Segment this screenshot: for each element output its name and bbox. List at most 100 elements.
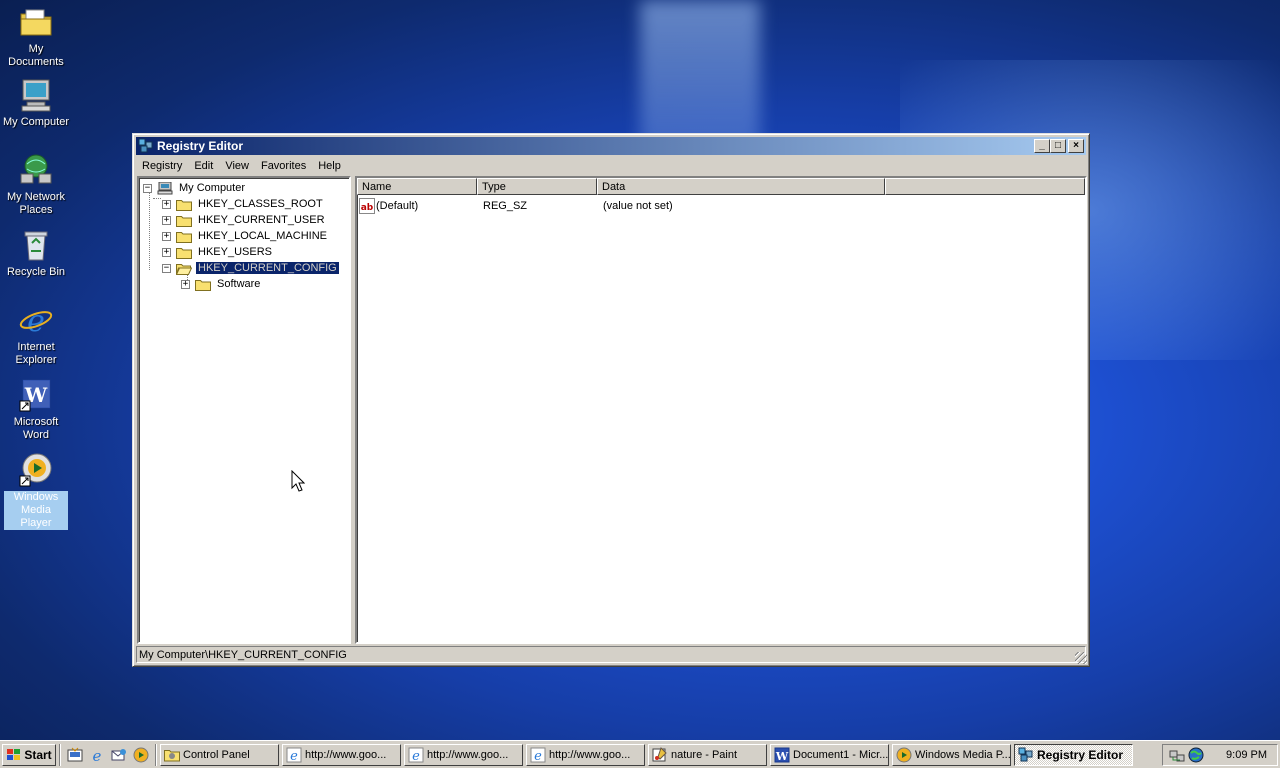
globe-icon[interactable] [1188, 747, 1204, 763]
desktop-icon-internet-explorer[interactable]: e Internet Explorer [0, 302, 72, 367]
quicklaunch-desktop[interactable] [66, 746, 84, 764]
folder-icon [176, 247, 192, 259]
quicklaunch-outlook[interactable] [110, 746, 128, 764]
quicklaunch-ie[interactable]: e [88, 746, 106, 764]
registry-editor-icon [138, 138, 153, 153]
network-connection-icon[interactable] [1169, 747, 1185, 763]
internet-explorer-icon: e [408, 747, 424, 763]
status-bar: My Computer\HKEY_CURRENT_CONFIG [136, 646, 1086, 663]
taskbar-button-paint[interactable]: nature - Paint [648, 743, 767, 766]
word-icon: W [19, 379, 51, 412]
cell-type: REG_SZ [483, 200, 528, 212]
tree-node-hkey-classes-root[interactable]: + HKEY_CLASSES_ROOT [162, 196, 325, 212]
desktop-icon-label: My Computer [2, 116, 70, 128]
svg-text:ab: ab [361, 203, 374, 213]
start-button[interactable]: Start [2, 743, 56, 766]
collapse-toggle[interactable]: − [143, 183, 152, 193]
window-titlebar[interactable]: Registry Editor _ □ × [136, 137, 1086, 155]
column-header-data[interactable]: Data [597, 178, 885, 195]
expand-toggle[interactable]: + [162, 199, 171, 209]
taskbar-button-word[interactable]: W Document1 - Micr... [770, 743, 889, 766]
menu-view[interactable]: View [219, 160, 255, 172]
tree-node-hkey-local-machine[interactable]: + HKEY_LOCAL_MACHINE [162, 228, 329, 244]
taskbar-button-browser-1[interactable]: e http://www.goo... [282, 743, 401, 766]
desktop-icon-label: My Documents [8, 43, 64, 68]
svg-text:W: W [775, 750, 789, 763]
registry-editor-window: Registry Editor _ □ × Registry Edit View… [132, 133, 1090, 667]
internet-explorer-icon: e [19, 304, 53, 338]
tree-node-hkey-current-user[interactable]: + HKEY_CURRENT_USER [162, 212, 327, 228]
open-folder-icon [176, 263, 192, 275]
desktop-icon-label: My Network Places [6, 191, 66, 216]
quicklaunch-media-player[interactable] [132, 746, 150, 764]
menu-registry[interactable]: Registry [136, 160, 188, 172]
tree-node-label: HKEY_USERS [198, 246, 272, 258]
svg-text:e: e [93, 747, 102, 763]
desktop-icon-my-documents[interactable]: My Documents [0, 4, 72, 69]
expand-toggle[interactable]: + [162, 215, 171, 225]
desktop-icon-label: Recycle Bin [6, 266, 66, 278]
desktop-icon-recycle-bin[interactable]: Recycle Bin [0, 227, 72, 279]
tree-connector [149, 190, 150, 270]
expand-toggle[interactable]: + [162, 231, 171, 241]
close-button[interactable]: × [1068, 139, 1084, 153]
taskbar-button-registry-editor[interactable]: Registry Editor [1014, 743, 1133, 766]
menu-bar: Registry Edit View Favorites Help [136, 156, 1086, 175]
tree-node-hkey-users[interactable]: + HKEY_USERS [162, 244, 274, 260]
folder-icon [176, 215, 192, 227]
tree-node-label: HKEY_LOCAL_MACHINE [198, 230, 327, 242]
menu-help[interactable]: Help [312, 160, 347, 172]
minimize-icon: _ [1039, 140, 1045, 151]
tree-node-hkey-current-config[interactable]: − HKEY_CURRENT_CONFIG [162, 260, 340, 276]
menu-edit[interactable]: Edit [188, 160, 219, 172]
table-row[interactable]: ab (Default) REG_SZ (value not set) [357, 198, 887, 214]
taskbar-button-label: Control Panel [183, 748, 250, 761]
taskbar-button-label: Document1 - Micr... [793, 748, 889, 761]
control-panel-icon [164, 749, 180, 761]
column-header-name[interactable]: Name [357, 178, 477, 195]
tree-node-label: HKEY_CLASSES_ROOT [198, 198, 323, 210]
registry-values-pane[interactable]: Name Type Data ab (Default) REG_SZ (valu… [355, 176, 1087, 644]
column-header-empty [885, 178, 1085, 195]
desktop-icon-my-computer[interactable]: My Computer [0, 77, 72, 129]
clock[interactable]: 9:09 PM [1226, 749, 1267, 761]
folder-icon [176, 231, 192, 243]
taskbar-button-label: http://www.goo... [305, 748, 387, 761]
registry-tree-pane[interactable]: − My Computer + HKEY_CLASSES_ROOT + HKEY… [137, 176, 351, 644]
maximize-icon: □ [1054, 140, 1062, 151]
taskbar-button-media-player[interactable]: Windows Media P... [892, 743, 1011, 766]
svg-text:e: e [27, 304, 45, 338]
desktop-icon-windows-media-player[interactable]: Windows Media Player [0, 452, 72, 530]
menu-favorites[interactable]: Favorites [255, 160, 312, 172]
tree-node-my-computer[interactable]: − My Computer [143, 180, 247, 196]
taskbar-button-control-panel[interactable]: Control Panel [160, 743, 279, 766]
minimize-button[interactable]: _ [1034, 139, 1050, 153]
registry-editor-icon [1018, 747, 1033, 761]
computer-icon [157, 181, 173, 194]
collapse-toggle[interactable]: − [162, 263, 171, 273]
cell-name: (Default) [376, 200, 419, 212]
folder-icon [176, 199, 192, 211]
maximize-button[interactable]: □ [1050, 139, 1066, 153]
expand-toggle[interactable]: + [162, 247, 171, 257]
taskbar-separator [155, 743, 157, 766]
tree-node-software[interactable]: + Software [181, 276, 262, 292]
svg-text:e: e [534, 749, 542, 763]
folder-icon [195, 279, 211, 291]
folder-documents-icon [20, 9, 52, 36]
outlook-express-icon [111, 748, 126, 760]
taskbar-button-browser-2[interactable]: e http://www.goo... [404, 743, 523, 766]
column-header-type[interactable]: Type [477, 178, 597, 195]
media-player-icon [896, 747, 912, 762]
desktop-icon-microsoft-word[interactable]: W Microsoft Word [0, 377, 72, 442]
resize-grip[interactable] [1075, 652, 1087, 664]
taskbar-button-browser-3[interactable]: e http://www.goo... [526, 743, 645, 766]
tree-connector [153, 198, 161, 199]
close-icon: × [1073, 140, 1079, 151]
expand-toggle[interactable]: + [181, 279, 190, 289]
tree-node-label: Software [217, 278, 261, 290]
desktop-icon-my-network-places[interactable]: My Network Places [0, 152, 72, 217]
recycle-bin-icon [24, 231, 48, 261]
network-icon [20, 154, 52, 184]
windows-logo-icon [7, 748, 21, 760]
